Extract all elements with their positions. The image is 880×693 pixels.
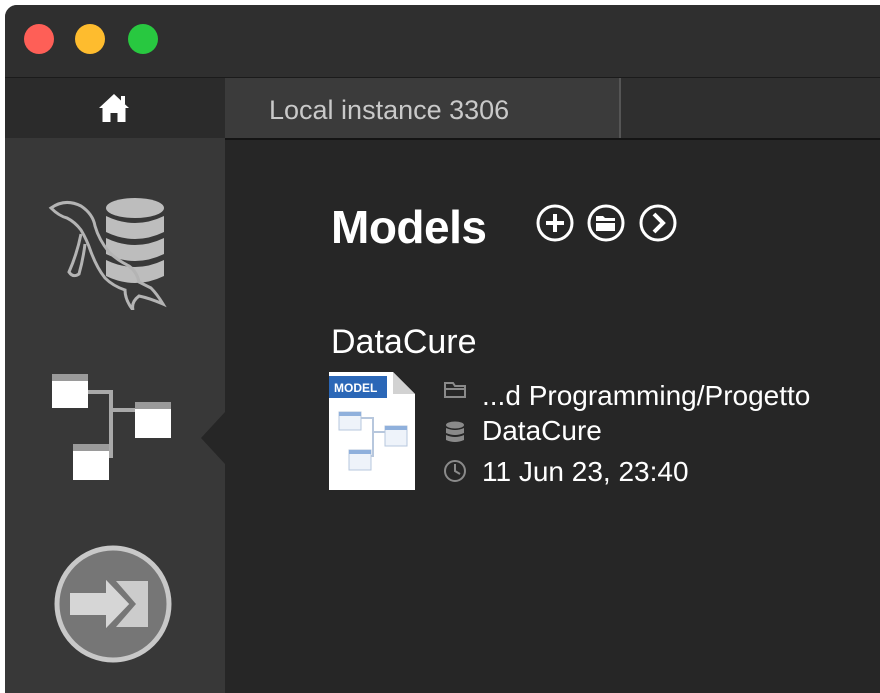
close-window-button[interactable]	[24, 24, 54, 54]
model-badge: MODEL	[334, 381, 377, 395]
minimize-window-button[interactable]	[75, 24, 105, 54]
folder-icon	[444, 382, 466, 398]
home-tab[interactable]	[5, 78, 225, 138]
model-tile-name[interactable]: DataCure	[331, 323, 477, 362]
add-model-icon[interactable]	[535, 203, 575, 243]
models-icon[interactable]	[49, 370, 179, 482]
zoom-window-button[interactable]	[128, 24, 158, 54]
tab-label: Local instance 3306	[269, 95, 510, 125]
title-bar	[5, 5, 880, 78]
tab-local-instance[interactable]: Local instance 3306	[225, 78, 621, 138]
browse-models-icon[interactable]	[638, 203, 678, 243]
model-path: ...d Programming/Progetto	[482, 380, 811, 411]
connections-icon[interactable]	[47, 188, 169, 310]
clock-icon	[444, 460, 466, 482]
selected-item-indicator	[201, 412, 225, 464]
mysql-workbench-window: Local instance 3306 Models DataCure MODE…	[5, 5, 880, 693]
tab-bar: Local instance 3306	[225, 78, 880, 140]
open-model-icon[interactable]	[586, 203, 626, 243]
sidebar	[5, 78, 225, 693]
home-icon	[99, 94, 129, 122]
migration-icon[interactable]	[52, 543, 174, 665]
database-icon	[446, 421, 464, 442]
model-file-icon[interactable]: MODEL	[329, 372, 415, 490]
model-last-modified: 11 Jun 23, 23:40	[482, 456, 689, 487]
page-title: Models	[331, 201, 487, 253]
model-schema: DataCure	[482, 415, 602, 446]
models-page: Models DataCure MODEL ...d Programming/P…	[225, 140, 880, 693]
